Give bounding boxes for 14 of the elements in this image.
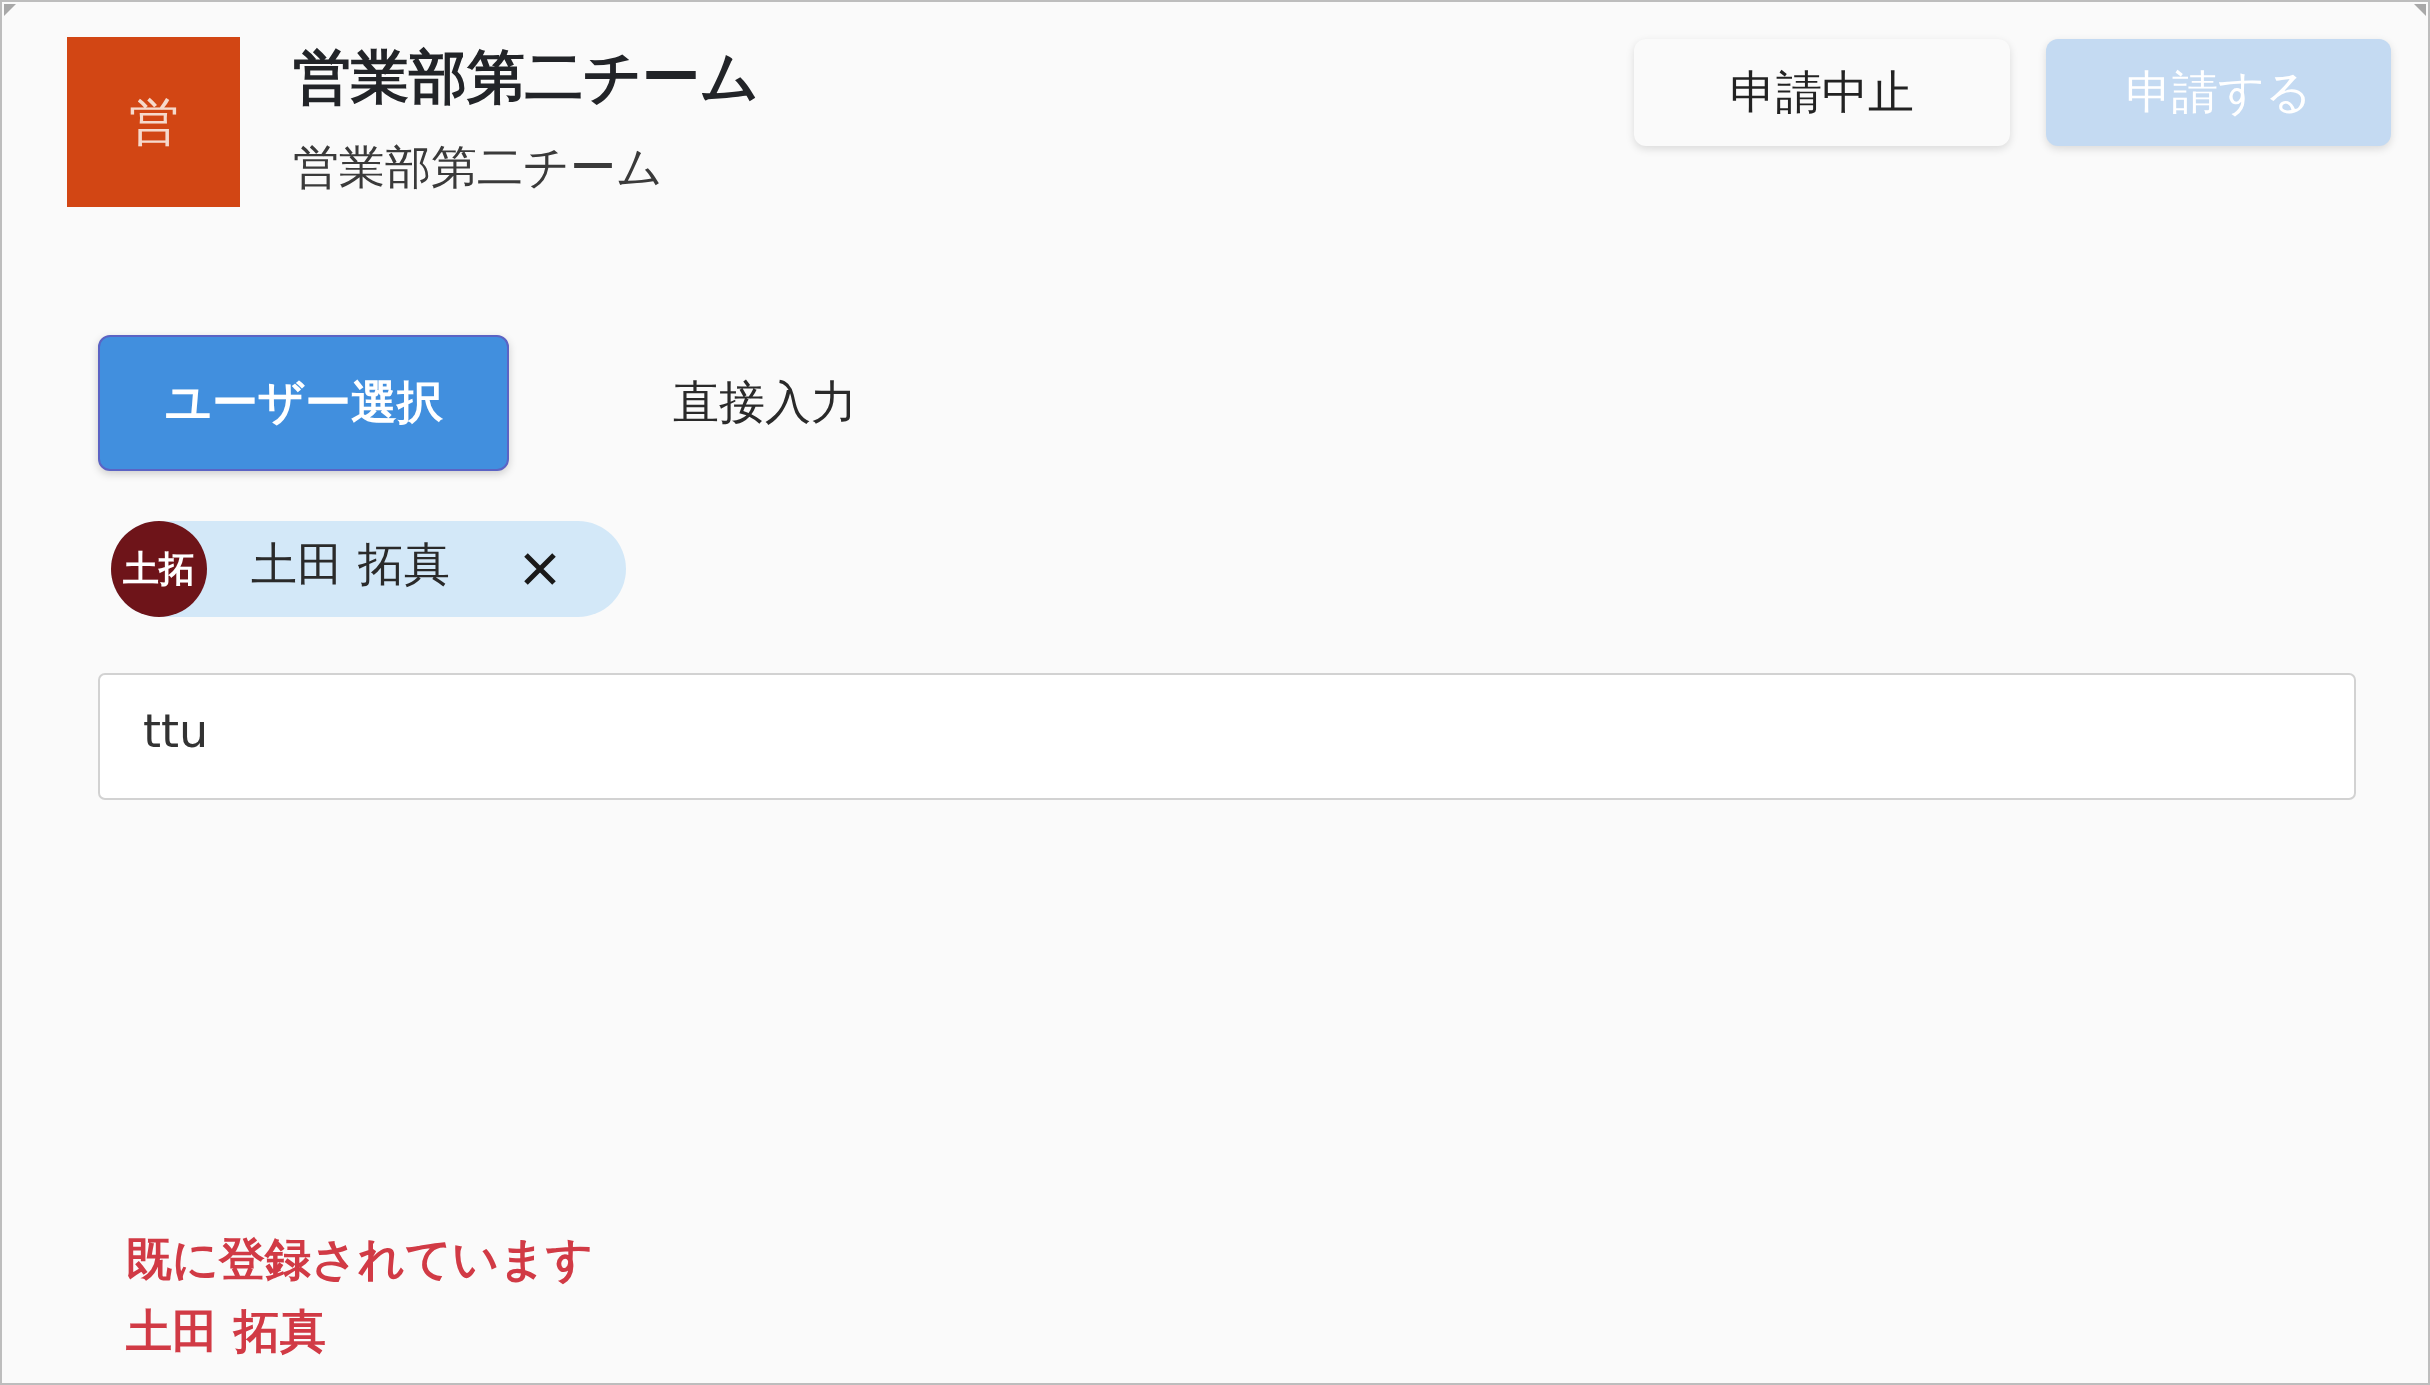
remove-button[interactable] (521, 551, 558, 587)
cancel-button[interactable]: 申請中止 (1634, 39, 2010, 146)
team-avatar: 営 (67, 37, 240, 207)
team-subtitle: 営業部第二チーム (293, 139, 664, 196)
corner-triangle-icon (2414, 4, 2426, 16)
team-name: 営業部第二チーム (293, 42, 759, 113)
error-message: 既に登録されています (126, 1231, 594, 1288)
user-avatar: 土拓 (111, 521, 207, 617)
tab[interactable]: 直接入力 (559, 335, 970, 471)
search-field[interactable]: ttu (98, 673, 2356, 800)
error-user-name: 土田 拓真 (126, 1303, 327, 1360)
corner-triangle-icon (4, 4, 16, 16)
close-icon (521, 551, 558, 587)
user-name: 土田 拓真 (251, 536, 450, 593)
